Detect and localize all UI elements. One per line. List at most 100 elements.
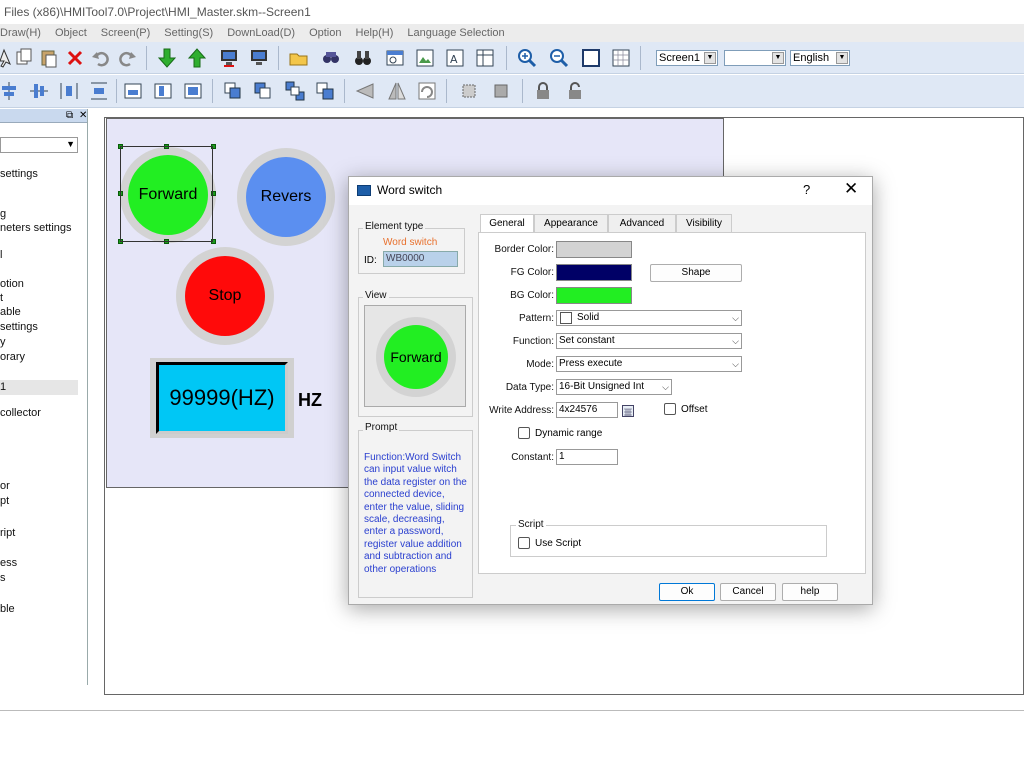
crop-icon[interactable] (458, 80, 480, 102)
screen-combo[interactable]: Screen1 ▼ (656, 50, 718, 66)
window-icon[interactable] (384, 47, 406, 69)
help-button[interactable]: help (782, 583, 838, 601)
menu-help[interactable]: Help(H) (356, 24, 394, 42)
blank-combo[interactable]: ▼ (724, 50, 786, 66)
same-width-icon[interactable] (122, 80, 144, 102)
lock-icon[interactable] (532, 80, 554, 102)
close-icon[interactable]: ✕ (79, 109, 87, 123)
menu-option[interactable]: Option (309, 24, 341, 42)
distribute-vertical-icon[interactable] (88, 80, 110, 102)
pattern-select[interactable]: Solid ⌵ (556, 310, 742, 326)
redo-icon[interactable] (116, 47, 138, 69)
mode-select[interactable]: Press execute ⌵ (556, 356, 742, 372)
list-item[interactable]: 1 (0, 381, 6, 393)
data-type-select[interactable]: 16-Bit Unsigned Int ⌵ (556, 379, 672, 395)
pointer-icon[interactable] (0, 47, 14, 69)
list-item[interactable]: g (0, 208, 6, 220)
zoom-in-icon[interactable] (516, 47, 538, 69)
preview-box: Forward (364, 305, 466, 407)
list-item[interactable]: orary (0, 351, 25, 363)
ok-button[interactable]: Ok (659, 583, 715, 601)
list-item[interactable]: or (0, 480, 10, 492)
write-address-input[interactable]: 4x24576 (556, 402, 618, 418)
fit-icon[interactable] (580, 47, 602, 69)
binoculars-icon[interactable] (352, 47, 374, 69)
grid-icon[interactable] (610, 47, 632, 69)
rotate-icon[interactable] (416, 80, 438, 102)
cancel-button[interactable]: Cancel (720, 583, 776, 601)
use-script-checkbox[interactable] (518, 537, 530, 549)
list-item[interactable]: settings (0, 168, 38, 180)
menu-setting[interactable]: Setting(S) (164, 24, 213, 42)
list-item[interactable]: l (0, 249, 2, 261)
ungroup-icon[interactable] (314, 80, 336, 102)
list-item[interactable]: able (0, 306, 21, 318)
group-icon[interactable] (284, 80, 306, 102)
calculator-icon[interactable] (622, 405, 634, 417)
border-color-swatch[interactable] (556, 241, 632, 258)
download-icon[interactable] (156, 47, 178, 69)
font-icon[interactable]: A (444, 47, 466, 69)
open-folder-icon[interactable] (288, 47, 310, 69)
menu-bar: Draw(H) Object Screen(P) Setting(S) Down… (0, 24, 1024, 42)
flip-vertical-icon[interactable] (386, 80, 408, 102)
list-item[interactable]: ess (0, 557, 17, 569)
tab-general[interactable]: General (480, 214, 534, 233)
tab-visibility[interactable]: Visibility (676, 214, 732, 232)
menu-screen[interactable]: Screen(P) (101, 24, 151, 42)
function-select[interactable]: Set constant ⌵ (556, 333, 742, 349)
same-size-icon[interactable] (182, 80, 204, 102)
fg-color-swatch[interactable] (556, 264, 632, 281)
send-back-icon[interactable] (252, 80, 274, 102)
same-height-icon[interactable] (152, 80, 174, 102)
zoom-out-icon[interactable] (548, 47, 570, 69)
main-toolbar: A Screen1 ▼ ▼ English ▼ (0, 42, 1024, 74)
list-item[interactable]: t (0, 292, 3, 304)
list-item[interactable]: otion (0, 278, 24, 290)
table-icon[interactable] (474, 47, 496, 69)
simulate-online-icon[interactable] (248, 47, 270, 69)
float-icon[interactable]: ⧉ (66, 109, 73, 123)
distribute-horizontal-icon[interactable] (58, 80, 80, 102)
list-item[interactable]: settings (0, 321, 38, 333)
tab-appearance[interactable]: Appearance (534, 214, 608, 232)
shape-button[interactable]: Shape (650, 264, 742, 282)
simulate-offline-icon[interactable] (218, 47, 240, 69)
menu-draw[interactable]: Draw(H) (0, 24, 41, 42)
language-combo[interactable]: English ▼ (790, 50, 850, 66)
copy-icon[interactable] (14, 47, 36, 69)
list-item[interactable]: collector (0, 407, 41, 419)
reverse-button[interactable]: Revers (246, 157, 326, 237)
help-icon[interactable]: ? (803, 182, 810, 197)
numeric-display[interactable]: 99999(HZ) (156, 362, 288, 434)
frame-icon[interactable] (490, 80, 512, 102)
list-item[interactable]: pt (0, 495, 9, 507)
tab-advanced[interactable]: Advanced (608, 214, 676, 232)
list-item[interactable]: ble (0, 603, 15, 615)
paste-icon[interactable] (38, 47, 60, 69)
list-item[interactable]: ript (0, 527, 15, 539)
undo-icon[interactable] (90, 47, 112, 69)
list-item[interactable]: s (0, 572, 6, 584)
menu-object[interactable]: Object (55, 24, 87, 42)
list-item[interactable]: neters settings (0, 222, 72, 234)
bring-front-icon[interactable] (222, 80, 244, 102)
flip-horizontal-icon[interactable] (354, 80, 376, 102)
bg-color-swatch[interactable] (556, 287, 632, 304)
unlock-icon[interactable] (564, 80, 586, 102)
picture-icon[interactable] (414, 47, 436, 69)
upload-icon[interactable] (186, 47, 208, 69)
close-icon[interactable]: ✕ (844, 179, 858, 199)
menu-language[interactable]: Language Selection (407, 24, 504, 42)
align-center-vertical-icon[interactable] (0, 80, 20, 102)
list-item[interactable]: y (0, 336, 6, 348)
menu-download[interactable]: DownLoad(D) (227, 24, 295, 42)
delete-icon[interactable] (64, 47, 86, 69)
stop-button[interactable]: Stop (185, 256, 265, 336)
library-icon[interactable] (320, 47, 342, 69)
constant-input[interactable]: 1 (556, 449, 618, 465)
align-middle-icon[interactable] (28, 80, 50, 102)
dynamic-range-checkbox[interactable] (518, 427, 530, 439)
panel-dropdown[interactable]: ▼ (0, 137, 78, 153)
offset-checkbox[interactable] (664, 403, 676, 415)
